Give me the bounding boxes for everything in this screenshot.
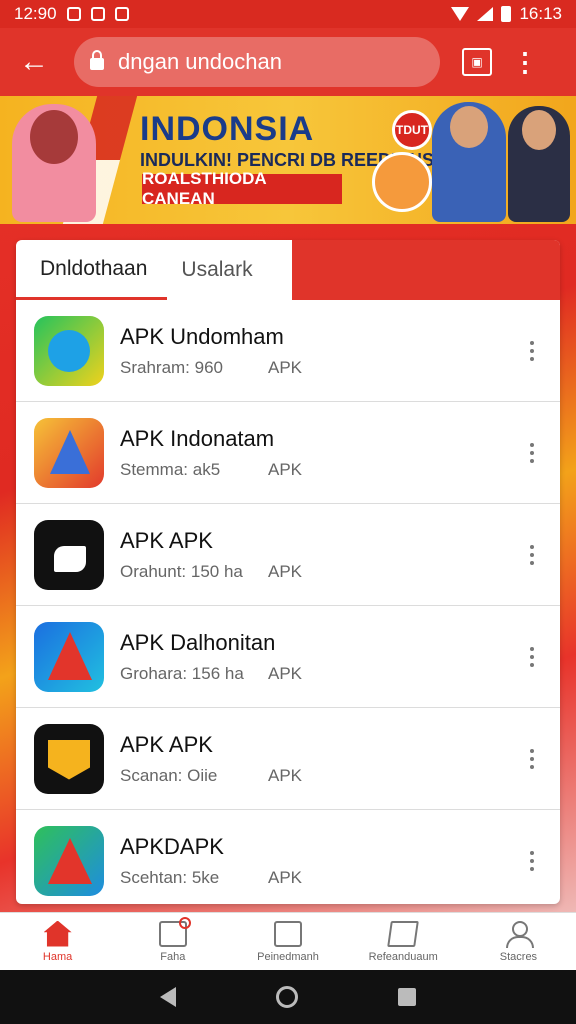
man-illustration (432, 102, 506, 222)
app-name: APK APK (120, 527, 213, 553)
app-name: APK Dalhonitan (120, 629, 276, 655)
list-item[interactable]: APK APK Orahunt: 150 ha APK (16, 504, 560, 606)
system-recents-icon[interactable] (398, 988, 416, 1006)
home-icon (43, 920, 72, 947)
black-bird-icon (34, 519, 104, 590)
app-size: Grohara: 156 ha (120, 663, 244, 683)
nav-label: Peinedmanh (257, 950, 319, 963)
app-size: Stemma: ak5 (120, 459, 221, 479)
app-type: APK (268, 663, 303, 683)
app-name: APKDAPK (120, 834, 224, 859)
app-name: APK APK (120, 731, 213, 757)
system-home-icon[interactable] (276, 986, 298, 1008)
triangle-card-icon (34, 417, 104, 488)
item-menu-button[interactable] (522, 847, 542, 875)
tab-bar: Dnldothaan Usalark (16, 240, 560, 300)
status-clock: 16:13 (519, 4, 562, 23)
woman-illustration (12, 104, 96, 222)
app-bar: ← dngan undochan ▣ ⋮ (0, 28, 576, 96)
app-name: APK Undomham (120, 323, 284, 349)
tab-other[interactable]: Usalark (167, 240, 272, 300)
app-type: APK (268, 357, 303, 377)
list-item[interactable]: APK Undomham Srahram: 960 APK (16, 300, 560, 402)
item-menu-button[interactable] (522, 337, 542, 365)
list-item[interactable]: APK Dalhonitan Grohara: 156 ha APK (16, 606, 560, 708)
nav-package[interactable]: Faha (115, 913, 230, 970)
status-bar: 12:90 16:13 (0, 0, 576, 28)
nav-label: Hama (42, 950, 73, 963)
lock-icon (90, 50, 104, 70)
battery-icon (501, 6, 512, 22)
notification-icon (66, 7, 81, 21)
tab-icon: ▣ (471, 55, 483, 69)
user-icon (504, 920, 535, 948)
bottom-navigation: Hama Faha Peinedmanh Refeanduaum Stacres (0, 912, 576, 970)
promo-banner[interactable]: INDONSIA INDULKIN! PENCRI DB REEDUINS RO… (0, 96, 576, 224)
address-bar[interactable]: dngan undochan (74, 37, 440, 87)
back-button[interactable]: ← (12, 40, 56, 84)
banner-ribbon: ROALSTHIODA CANEAN (142, 169, 342, 208)
nav-note[interactable]: Refeanduaum (346, 913, 461, 970)
signal-icon (477, 7, 494, 21)
app-size: Scehtan: 5ke (120, 868, 220, 887)
list-item[interactable]: APK APK Scanan: Oiie APK (16, 708, 560, 810)
notification-icon (90, 7, 105, 21)
item-menu-button[interactable] (522, 439, 542, 467)
app-size: Scanan: Oiie (120, 765, 218, 785)
app-size: Srahram: 960 (120, 357, 223, 377)
list-item[interactable]: APK Indonatam Stemma: ak5 APK (16, 402, 560, 504)
blue-triangle-icon (34, 621, 104, 692)
nav-home[interactable]: Hama (0, 913, 115, 970)
app-type: APK (268, 765, 303, 785)
download-card: Dnldothaan Usalark APK Undomham Srahram:… (16, 240, 560, 904)
green-clock-icon (34, 315, 104, 386)
app-size: Orahunt: 150 ha (120, 561, 243, 581)
nav-label: Refeanduaum (368, 950, 438, 963)
note-icon (387, 920, 420, 947)
nav-label: Stacres (499, 950, 538, 963)
banner-badge: TDUT (392, 110, 432, 150)
package-icon (158, 916, 191, 947)
app-type: APK (268, 561, 303, 581)
system-navigation (0, 970, 576, 1024)
list-item[interactable]: APKDAPK Scehtan: 5ke APK (16, 810, 560, 904)
system-back-icon[interactable] (160, 987, 176, 1007)
url-text: dngan undochan (118, 49, 282, 74)
status-time: 12:90 (14, 4, 57, 23)
nav-label: Faha (160, 950, 186, 963)
woman-illustration-right (508, 106, 570, 222)
cat-mascot-illustration (372, 152, 432, 212)
app-type: APK (268, 459, 303, 479)
banner-title: INDONSIA (140, 110, 315, 148)
nav-profile[interactable]: Stacres (461, 913, 576, 970)
tabs-button[interactable]: ▣ (462, 48, 492, 76)
item-menu-button[interactable] (522, 745, 542, 773)
card-icon (274, 920, 302, 947)
wifi-icon (451, 7, 470, 21)
green-triangle-icon (34, 826, 104, 896)
item-menu-button[interactable] (522, 643, 542, 671)
app-list: APK Undomham Srahram: 960 APK APK Indonat… (16, 300, 560, 904)
tab-downloads[interactable]: Dnldothaan (16, 240, 168, 300)
arrow-left-icon: ← (19, 45, 49, 78)
yellow-shield-icon (34, 723, 104, 794)
nav-card[interactable]: Peinedmanh (230, 913, 345, 970)
more-menu-button[interactable]: ⋮ (512, 49, 538, 75)
app-type: APK (268, 868, 303, 887)
app-name: APK Indonatam (120, 425, 275, 451)
item-menu-button[interactable] (522, 541, 542, 569)
camera-icon (114, 7, 129, 21)
